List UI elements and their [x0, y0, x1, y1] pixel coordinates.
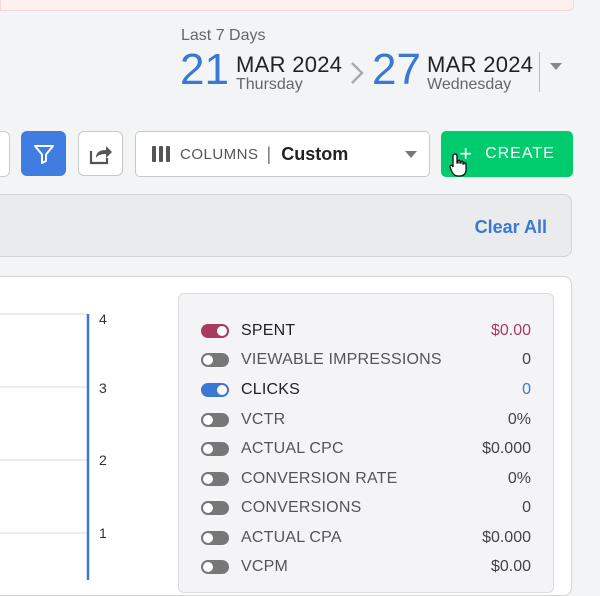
metric-row-actual-cpc[interactable]: ACTUAL CPC $0.000 — [201, 440, 531, 464]
metric-row-conversion-rate[interactable]: CONVERSION RATE 0% — [201, 470, 531, 494]
columns-value: Custom — [281, 143, 349, 164]
metric-row-viewable-impressions[interactable]: VIEWABLE IMPRESSIONS 0 — [201, 351, 531, 375]
metric-value: 0% — [507, 411, 531, 428]
date-range-divider — [539, 52, 540, 92]
metric-row-clicks[interactable]: CLICKS 0 — [201, 381, 531, 405]
metric-row-vctr[interactable]: VCTR 0% — [201, 411, 531, 435]
create-label: CREATE — [485, 145, 555, 162]
metric-toggle[interactable] — [201, 324, 229, 338]
chart-area — [0, 313, 90, 580]
y-tick-label: 3 — [99, 380, 107, 396]
date-range-dropdown-icon[interactable] — [550, 63, 562, 70]
notification-banner — [0, 0, 574, 11]
metric-toggle[interactable] — [201, 353, 229, 367]
metric-row-vcpm[interactable]: VCPM $0.00 — [201, 558, 531, 582]
metric-name: CONVERSION RATE — [241, 470, 398, 487]
toolbar-partial-button[interactable] — [0, 131, 10, 177]
metric-name: ACTUAL CPC — [241, 440, 344, 457]
filter-icon — [33, 144, 54, 164]
metric-value: $0.000 — [482, 440, 531, 457]
export-button[interactable] — [78, 131, 123, 176]
metric-toggle[interactable] — [201, 531, 229, 545]
metric-toggle[interactable] — [201, 560, 229, 574]
metric-name: VIEWABLE IMPRESSIONS — [241, 351, 442, 368]
columns-label: COLUMNS — [180, 145, 259, 163]
columns-icon — [152, 146, 170, 162]
metric-name: SPENT — [241, 322, 296, 339]
filter-button[interactable] — [21, 131, 66, 176]
metric-value: $0.000 — [482, 529, 531, 546]
metric-name: VCTR — [241, 411, 286, 428]
clear-all-link[interactable]: Clear All — [475, 217, 547, 238]
y-tick-label: 1 — [99, 525, 107, 541]
metric-value: 0 — [522, 381, 531, 398]
metric-toggle[interactable] — [201, 472, 229, 486]
metric-toggle[interactable] — [201, 383, 229, 397]
chevron-right-icon — [351, 62, 364, 84]
metric-value: 0 — [522, 351, 531, 368]
y-tick-label: 2 — [99, 452, 107, 468]
columns-divider: | — [266, 143, 272, 164]
metric-value: $0.00 — [490, 322, 531, 339]
metric-name: CLICKS — [241, 381, 300, 398]
metrics-legend: SPENT $0.00 VIEWABLE IMPRESSIONS 0 CLICK… — [178, 293, 554, 593]
metric-name: ACTUAL CPA — [241, 529, 342, 546]
chevron-down-icon — [405, 151, 417, 158]
metric-row-spent[interactable]: SPENT $0.00 — [201, 322, 531, 346]
filter-bar: Clear All — [0, 194, 572, 257]
end-month-year[interactable]: MAR 2024 — [427, 52, 533, 78]
metric-toggle[interactable] — [201, 413, 229, 427]
metric-name: VCPM — [241, 558, 289, 575]
columns-select[interactable]: COLUMNS | Custom — [135, 131, 430, 177]
metric-value: 0% — [507, 470, 531, 487]
hand-pointer-icon — [449, 153, 467, 177]
y-tick-label: 4 — [99, 311, 107, 327]
start-day[interactable]: 21 — [180, 48, 229, 92]
metric-value: 0 — [522, 499, 531, 516]
metric-toggle[interactable] — [201, 442, 229, 456]
start-weekday: Thursday — [236, 76, 303, 93]
metric-toggle[interactable] — [201, 501, 229, 515]
start-month-year[interactable]: MAR 2024 — [236, 52, 342, 78]
metric-row-conversions[interactable]: CONVERSIONS 0 — [201, 499, 531, 523]
end-day[interactable]: 27 — [372, 48, 421, 92]
metric-row-actual-cpa[interactable]: ACTUAL CPA $0.000 — [201, 529, 531, 553]
metric-name: CONVERSIONS — [241, 499, 362, 516]
date-range-label: Last 7 Days — [181, 27, 266, 44]
metric-value: $0.00 — [490, 558, 531, 575]
share-export-icon — [89, 145, 112, 164]
end-weekday: Wednesday — [427, 76, 512, 93]
